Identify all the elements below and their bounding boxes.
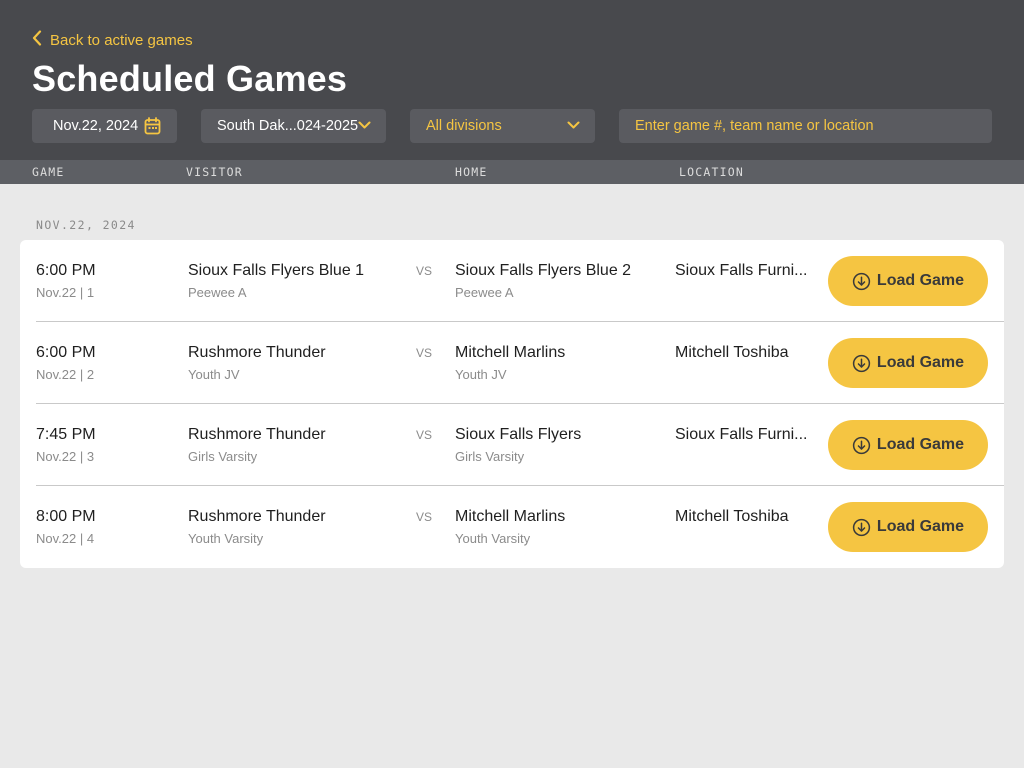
date-picker[interactable]: Nov.22, 2024 [32, 109, 177, 143]
visitor-division: Youth JV [188, 367, 240, 382]
column-header-game: GAME [32, 165, 65, 179]
visitor-team: Rushmore Thunder [188, 426, 326, 443]
search-placeholder: Enter game #, team name or location [635, 118, 874, 134]
games-list: 6:00 PM Nov.22 | 1 Sioux Falls Flyers Bl… [20, 240, 1004, 568]
load-game-label: Load Game [876, 518, 965, 535]
visitor-division: Youth Varsity [188, 531, 264, 546]
game-row: 7:45 PM Nov.22 | 3 Rushmore Thunder Girl… [20, 404, 1004, 486]
visitor-team: Sioux Falls Flyers Blue 1 [188, 262, 365, 279]
home-team: Sioux Falls Flyers Blue 2 [455, 262, 632, 279]
game-row: 8:00 PM Nov.22 | 4 Rushmore Thunder Yout… [20, 486, 1004, 568]
column-header-visitor: VISITOR [186, 165, 243, 179]
visitor-team: Rushmore Thunder [188, 508, 326, 525]
load-game-button[interactable]: Load Game [828, 256, 988, 306]
game-row: 6:00 PM Nov.22 | 2 Rushmore Thunder Yout… [20, 322, 1004, 404]
column-header-home: HOME [455, 165, 488, 179]
game-time: 7:45 PM [36, 426, 96, 443]
download-circle-icon [852, 518, 871, 537]
visitor-division: Peewee A [188, 285, 247, 300]
column-header-bar: GAME VISITOR HOME LOCATION [0, 160, 1024, 184]
visitor-division: Girls Varsity [188, 449, 258, 464]
calendar-icon [144, 117, 161, 135]
load-game-label: Load Game [876, 436, 965, 453]
game-meta: Nov.22 | 4 [36, 531, 95, 546]
game-location: Mitchell Toshiba [675, 344, 789, 361]
date-value: Nov.22, 2024 [53, 118, 139, 134]
page-header: Back to active games Scheduled Games Nov… [0, 0, 1024, 160]
home-team: Mitchell Marlins [455, 508, 566, 525]
load-game-label: Load Game [876, 272, 965, 289]
game-meta: Nov.22 | 2 [36, 367, 95, 382]
game-time: 6:00 PM [36, 262, 96, 279]
chevron-down-icon [567, 120, 580, 130]
download-circle-icon [852, 436, 871, 455]
league-value: South Dak...024-2025 [217, 118, 359, 134]
game-location: Mitchell Toshiba [675, 508, 789, 525]
home-division: Youth JV [455, 367, 507, 382]
home-division: Girls Varsity [455, 449, 525, 464]
search-input[interactable]: Enter game #, team name or location [619, 109, 992, 143]
load-game-button[interactable]: Load Game [828, 502, 988, 552]
load-game-label: Load Game [876, 354, 965, 371]
vs-label: VS [416, 264, 433, 278]
division-value: All divisions [426, 118, 502, 134]
load-game-button[interactable]: Load Game [828, 420, 988, 470]
download-circle-icon [852, 354, 871, 373]
vs-label: VS [416, 428, 433, 442]
home-division: Peewee A [455, 285, 514, 300]
visitor-team: Rushmore Thunder [188, 344, 326, 361]
game-location: Sioux Falls Furni... [675, 262, 808, 279]
load-game-button[interactable]: Load Game [828, 338, 988, 388]
page-title: Scheduled Games [32, 58, 348, 99]
game-meta: Nov.22 | 3 [36, 449, 95, 464]
home-team: Sioux Falls Flyers [455, 426, 582, 443]
home-team: Mitchell Marlins [455, 344, 566, 361]
league-select[interactable]: South Dak...024-2025 [201, 109, 386, 143]
back-link-label: Back to active games [50, 31, 193, 49]
chevron-left-icon [32, 30, 42, 50]
game-time: 8:00 PM [36, 508, 96, 525]
vs-label: VS [416, 510, 433, 524]
game-time: 6:00 PM [36, 344, 96, 361]
home-division: Youth Varsity [455, 531, 531, 546]
download-circle-icon [852, 272, 871, 291]
game-row: 6:00 PM Nov.22 | 1 Sioux Falls Flyers Bl… [20, 240, 1004, 322]
game-meta: Nov.22 | 1 [36, 285, 95, 300]
column-header-location: LOCATION [679, 165, 744, 179]
chevron-down-icon [358, 120, 371, 130]
back-to-active-games-link[interactable]: Back to active games [32, 30, 193, 50]
vs-label: VS [416, 346, 433, 360]
date-group-heading: NOV.22, 2024 [36, 218, 136, 232]
division-select[interactable]: All divisions [410, 109, 595, 143]
game-location: Sioux Falls Furni... [675, 426, 808, 443]
